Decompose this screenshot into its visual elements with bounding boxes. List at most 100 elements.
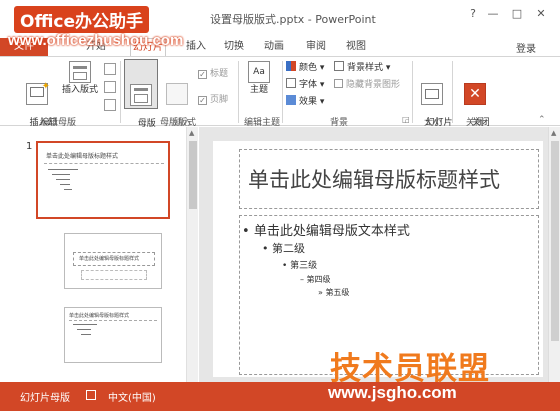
group-separator [412, 61, 413, 123]
footer-checkbox-label: 页脚 [210, 95, 229, 105]
level2-text: • 第二级 [262, 242, 305, 255]
brand-url: www.jsgho.com [328, 383, 457, 402]
tab-insert[interactable]: 插入 [186, 38, 206, 56]
slide-number: 1 [26, 141, 33, 152]
thumbnail-layout-2[interactable]: 单击此处编辑母版标题样式 [64, 307, 162, 363]
level5-text: » 第五级 [318, 288, 350, 297]
thumbnail-text-line [73, 324, 97, 325]
slide-canvas: 单击此处编辑母版标题样式 • 单击此处编辑母版文本样式 • 第二级 • 第三级 … [213, 141, 543, 377]
ribbon: ✦ 插入幻 灯片母版 插入版式 编辑母版 母版 版式 插入 占位符 ✓标题 ✓页… [0, 56, 560, 140]
background-styles-dropdown[interactable]: 背景样式 ▾ [334, 61, 390, 75]
colors-dropdown[interactable]: 颜色 ▾ [286, 61, 324, 75]
slide-scroll-thumb[interactable] [551, 141, 559, 341]
thumbnail-text-line [60, 184, 70, 185]
fonts-icon [286, 78, 296, 88]
thumbnail-layout-1[interactable]: 单击此处编辑母版标题样式 [64, 233, 162, 289]
group-separator [452, 61, 453, 123]
dialog-launcher-icon[interactable]: ◲ [402, 115, 410, 124]
minimize-button[interactable]: — [486, 8, 500, 20]
thumbnail-layout-1-title: 单击此处编辑母版标题样式 [79, 256, 140, 262]
thumbnail-master-title: 单击此处编辑母版标题样式 [46, 153, 119, 160]
watermark-logo: Office办公助手 [14, 6, 150, 33]
thumbnail-text-line [64, 189, 72, 190]
slide-scrollbar[interactable]: ▲ [548, 127, 560, 382]
document-title: 设置母版版式.pptx - PowerPoint [210, 13, 376, 26]
scroll-up-icon[interactable]: ▲ [189, 129, 194, 137]
tab-view[interactable]: 视图 [346, 38, 366, 56]
title-checkbox-label: 标题 [210, 69, 229, 79]
thumbnail-placeholder [81, 270, 147, 280]
brand-watermark: 技术员联盟 [330, 351, 490, 387]
group-separator [120, 61, 121, 123]
watermark-url: www.officezhushou.com [8, 32, 184, 49]
level4-label: 第四级 [306, 275, 331, 284]
colors-icon [286, 61, 296, 71]
background-styles-label: 背景样式 [347, 63, 384, 73]
thumbnail-scroll-thumb[interactable] [189, 141, 197, 209]
thumbnail-text-line [52, 174, 70, 175]
collapse-ribbon-icon[interactable]: ⌃ [538, 115, 546, 125]
effects-icon [286, 95, 296, 105]
fonts-label: 字体 [299, 80, 318, 90]
close-master-view-icon: ✕ [464, 83, 486, 105]
insert-layout-icon [69, 61, 91, 83]
thumbnail-master[interactable]: 单击此处编辑母版标题样式 [36, 141, 170, 219]
background-styles-icon [334, 61, 344, 71]
help-button[interactable]: ? [466, 8, 480, 20]
level1-text: • 单击此处编辑母版文本样式 [242, 224, 410, 239]
thumbnail-divider [44, 163, 164, 164]
thumbnail-text-line [56, 179, 70, 180]
scroll-up-icon[interactable]: ▲ [551, 129, 556, 137]
notes-icon[interactable] [86, 390, 96, 400]
master-layout-icon [130, 84, 152, 106]
level3-text: • 第三级 [282, 261, 318, 271]
maximize-button[interactable]: □ [510, 8, 524, 20]
thumbnail-divider [69, 320, 157, 321]
theme-label: 主题 [249, 85, 268, 95]
tab-animations[interactable]: 动画 [264, 38, 284, 56]
hide-background-checkbox-box [334, 79, 343, 88]
insert-placeholder-icon [166, 83, 188, 105]
rename-icon[interactable] [104, 81, 116, 93]
preserve-icon[interactable] [104, 99, 116, 111]
hide-background-checkbox[interactable]: 隐藏背景图形 [334, 78, 400, 92]
theme-button[interactable]: Aa 主题 [244, 61, 274, 96]
level2-label: 第二级 [272, 242, 305, 255]
fonts-dropdown[interactable]: 字体 ▾ [286, 78, 324, 92]
delete-icon[interactable] [104, 63, 116, 75]
thumbnail-scrollbar[interactable]: ▲ [186, 127, 198, 382]
thumbnail-text-line [48, 169, 78, 170]
footer-checkbox[interactable]: ✓ 页脚 [198, 93, 228, 107]
insert-layout-label: 插入版式 [61, 85, 98, 95]
thumbnail-text-line [77, 329, 91, 330]
level1-label: 单击此处编辑母版文本样式 [253, 224, 410, 239]
insert-layout-button[interactable]: 插入版式 [60, 61, 100, 96]
title-checkbox[interactable]: ✓ 标题 [198, 67, 228, 81]
login-link[interactable]: 登录 [516, 40, 536, 55]
theme-icon: Aa [248, 61, 270, 83]
level4-text: – 第四级 [300, 275, 331, 284]
title-placeholder-text: 单击此处编辑母版标题样式 [248, 168, 500, 192]
group-separator [238, 61, 239, 123]
footer-checkbox-box: ✓ [198, 96, 207, 105]
effects-label: 效果 [299, 97, 318, 107]
thumbnail-layout-2-title: 单击此处编辑母版标题样式 [69, 313, 130, 319]
effects-dropdown[interactable]: 效果 ▾ [286, 95, 324, 109]
thumbnail-pane: 1 单击此处编辑母版标题样式 单击此处编辑母版标题样式 单击此处编辑母版标题样式… [0, 127, 198, 382]
title-placeholder[interactable]: 单击此处编辑母版标题样式 [239, 149, 539, 209]
hide-background-label: 隐藏背景图形 [346, 80, 401, 90]
colors-label: 颜色 [299, 63, 318, 73]
level3-label: 第三级 [290, 261, 318, 271]
status-language[interactable]: 中文(中国) [108, 389, 156, 404]
status-view-label: 幻灯片母版 [20, 393, 70, 404]
insert-master-icon: ✦ [26, 81, 50, 105]
master-layout-button[interactable]: 母版 版式 [124, 59, 158, 140]
tab-review[interactable]: 审阅 [306, 38, 326, 56]
title-bar: Office办公助手 设置母版版式.pptx - PowerPoint ? — … [0, 0, 560, 36]
thumbnail-text-line [81, 334, 91, 335]
close-window-button[interactable]: ✕ [534, 8, 548, 20]
level5-label: 第五级 [325, 288, 350, 297]
slide-size-icon [421, 83, 443, 105]
group-separator [282, 61, 283, 123]
tab-transitions[interactable]: 切换 [224, 38, 244, 56]
